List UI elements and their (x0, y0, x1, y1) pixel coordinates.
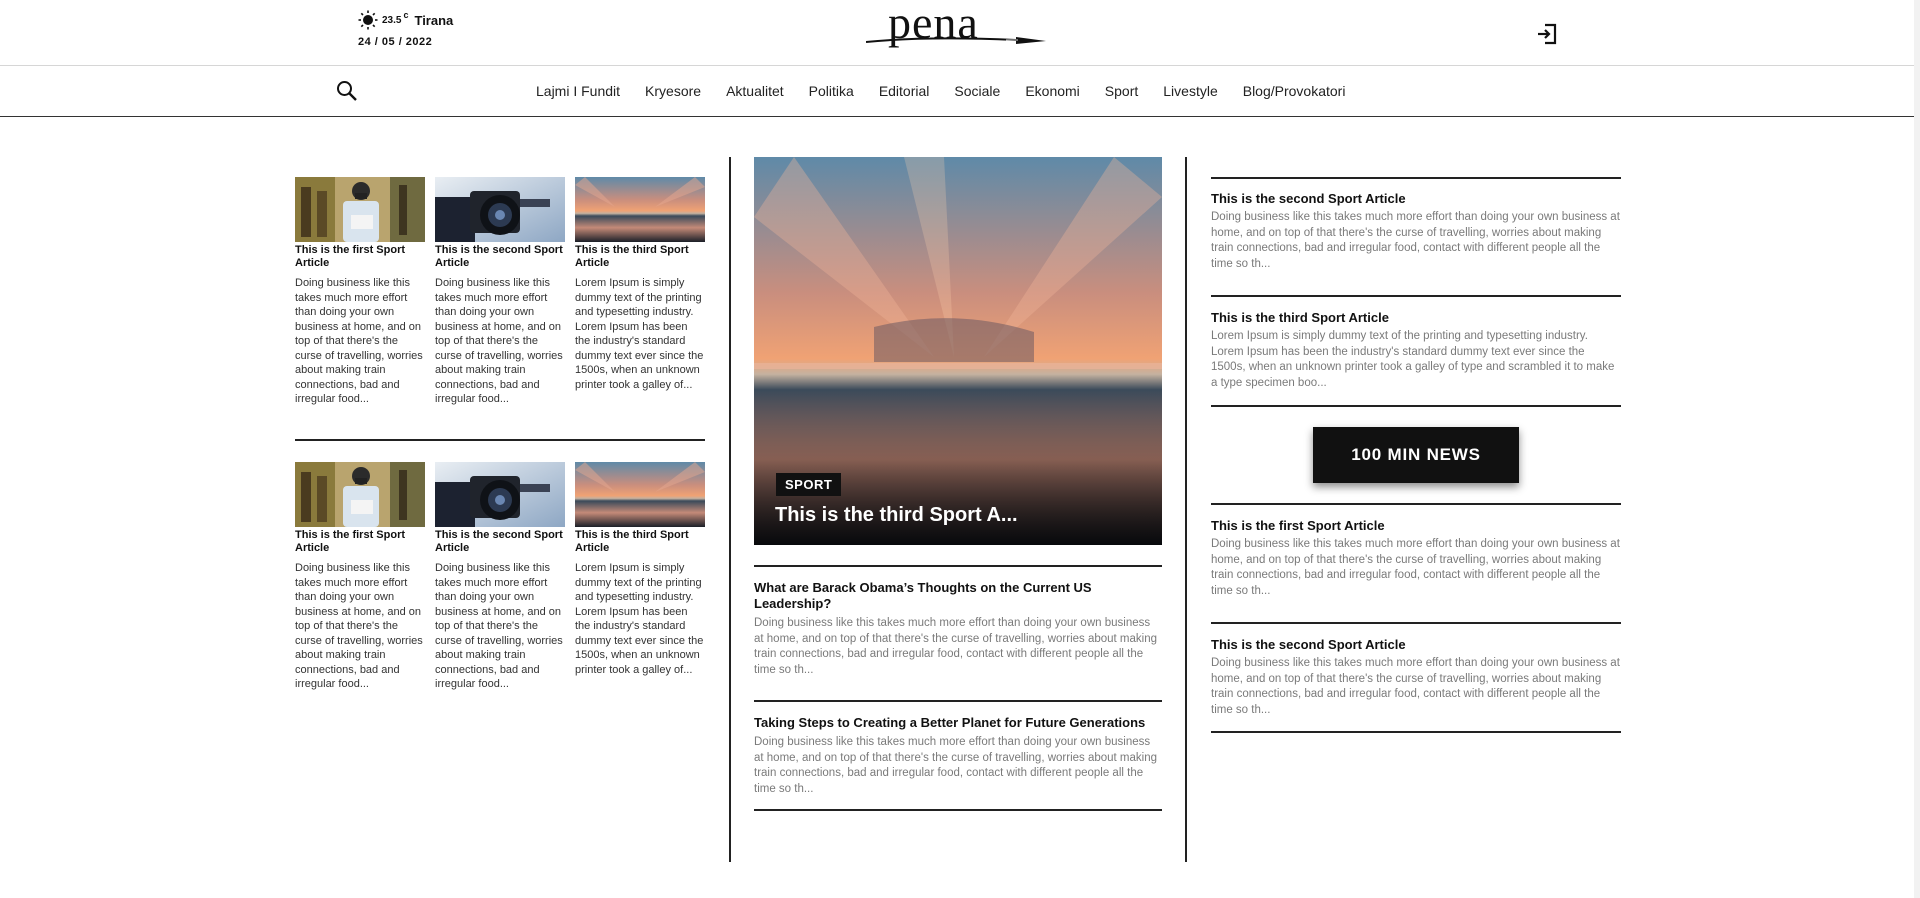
article-divider (754, 700, 1162, 702)
article-excerpt: Doing business like this takes much more… (754, 617, 1158, 676)
main-navigation: Lajmi I Fundit Kryesore Aktualitet Polit… (0, 67, 1916, 117)
article-title[interactable]: This is the first Sport Article (295, 244, 425, 270)
article-excerpt: Lorem Ipsum is simply dummy text of the … (575, 277, 704, 391)
article-excerpt: Doing business like this takes much more… (754, 736, 1158, 795)
page-scrollbar[interactable] (1914, 0, 1920, 898)
grid-divider (295, 439, 705, 441)
article-excerpt: Doing business like this takes much more… (435, 562, 563, 690)
article-title[interactable]: Taking Steps to Creating a Better Planet… (754, 715, 1162, 731)
article-excerpt: Lorem Ipsum is simply dummy text of the … (575, 562, 704, 676)
list-item[interactable]: This is the third Sport Article Lorem Ip… (1211, 310, 1621, 391)
article-divider (1211, 177, 1621, 179)
category-badge[interactable]: SPORT (776, 473, 842, 496)
article-title[interactable]: This is the first Sport Article (295, 529, 425, 555)
grid-card[interactable]: This is the third Sport Article Lorem Ip… (575, 462, 705, 677)
nav-item-politika[interactable]: Politika (809, 83, 854, 99)
sunset-sea-image (575, 462, 705, 527)
hero-article[interactable]: SPORT This is the third Sport A... (754, 157, 1162, 545)
city-name: Tirana (414, 12, 454, 28)
pen-nib-icon (866, 37, 1046, 44)
nav-menu: Lajmi I Fundit Kryesore Aktualitet Polit… (536, 83, 1370, 99)
nav-item-aktualitet[interactable]: Aktualitet (726, 83, 784, 99)
article-title[interactable]: This is the second Sport Article (1211, 191, 1621, 207)
list-item[interactable]: This is the second Sport Article Doing b… (1211, 191, 1621, 272)
person-with-mask-image (295, 177, 425, 242)
nav-item-sociale[interactable]: Sociale (954, 83, 1000, 99)
temperature-unit: c (403, 10, 409, 20)
article-title[interactable]: This is the first Sport Article (1211, 518, 1621, 534)
article-excerpt: Doing business like this takes much more… (295, 277, 423, 405)
article-excerpt: Doing business like this takes much more… (1211, 538, 1620, 597)
video-camera-image (435, 177, 565, 242)
login-icon[interactable] (1535, 22, 1559, 46)
search-icon[interactable] (336, 80, 358, 102)
nav-item-editorial[interactable]: Editorial (879, 83, 930, 99)
nav-item-ekonomi[interactable]: Ekonomi (1025, 83, 1079, 99)
article-title[interactable]: This is the third Sport Article (575, 244, 705, 270)
article-excerpt: Doing business like this takes much more… (1211, 211, 1620, 270)
top-header: 23.5 c Tirana 24 / 05 / 2022 pena (0, 0, 1920, 66)
grid-card[interactable]: This is the first Sport Article Doing bu… (295, 177, 425, 407)
weather-widget: 23.5 c Tirana (358, 10, 453, 30)
article-divider (1211, 295, 1621, 297)
person-with-mask-image (295, 462, 425, 527)
current-date: 24 / 05 / 2022 (358, 36, 433, 48)
article-title[interactable]: This is the third Sport Article (1211, 310, 1621, 326)
article-divider (1211, 622, 1621, 624)
100-min-news-button[interactable]: 100 MIN NEWS (1313, 427, 1519, 483)
grid-card[interactable]: This is the first Sport Article Doing bu… (295, 462, 425, 692)
nav-item-sport[interactable]: Sport (1105, 83, 1138, 99)
sun-icon (358, 10, 378, 30)
article-title[interactable]: This is the second Sport Article (435, 244, 565, 270)
article-divider (1211, 503, 1621, 505)
article-divider (1211, 405, 1621, 407)
column-divider-left (729, 157, 731, 862)
article-title[interactable]: This is the second Sport Article (435, 529, 565, 555)
article-title[interactable]: This is the second Sport Article (1211, 637, 1621, 653)
list-item[interactable]: Taking Steps to Creating a Better Planet… (754, 715, 1162, 797)
grid-card[interactable]: This is the second Sport Article Doing b… (435, 177, 565, 407)
grid-card[interactable]: This is the third Sport Article Lorem Ip… (575, 177, 705, 392)
nav-item-kryesore[interactable]: Kryesore (645, 83, 701, 99)
list-item[interactable]: What are Barack Obama’s Thoughts on the … (754, 580, 1162, 678)
list-item[interactable]: This is the first Sport Article Doing bu… (1211, 518, 1621, 599)
article-excerpt: Doing business like this takes much more… (435, 277, 563, 405)
site-logo[interactable]: pena (866, 0, 1046, 58)
hero-title[interactable]: This is the third Sport A... (775, 504, 1018, 527)
article-divider (754, 809, 1162, 811)
grid-card[interactable]: This is the second Sport Article Doing b… (435, 462, 565, 692)
video-camera-image (435, 462, 565, 527)
temperature: 23.5 (382, 14, 402, 26)
article-divider (1211, 731, 1621, 733)
article-excerpt: Doing business like this takes much more… (1211, 657, 1620, 716)
article-excerpt: Doing business like this takes much more… (295, 562, 423, 690)
article-divider (754, 565, 1162, 567)
sunset-sea-image (575, 177, 705, 242)
list-item[interactable]: This is the second Sport Article Doing b… (1211, 637, 1621, 718)
article-excerpt: Lorem Ipsum is simply dummy text of the … (1211, 330, 1615, 389)
article-title[interactable]: What are Barack Obama’s Thoughts on the … (754, 580, 1162, 612)
nav-item-blog-provokatori[interactable]: Blog/Provokatori (1243, 83, 1346, 99)
article-title[interactable]: This is the third Sport Article (575, 529, 705, 555)
nav-item-livestyle[interactable]: Livestyle (1163, 83, 1217, 99)
column-divider-right (1185, 157, 1187, 862)
nav-item-lajmi-i-fundit[interactable]: Lajmi I Fundit (536, 83, 620, 99)
